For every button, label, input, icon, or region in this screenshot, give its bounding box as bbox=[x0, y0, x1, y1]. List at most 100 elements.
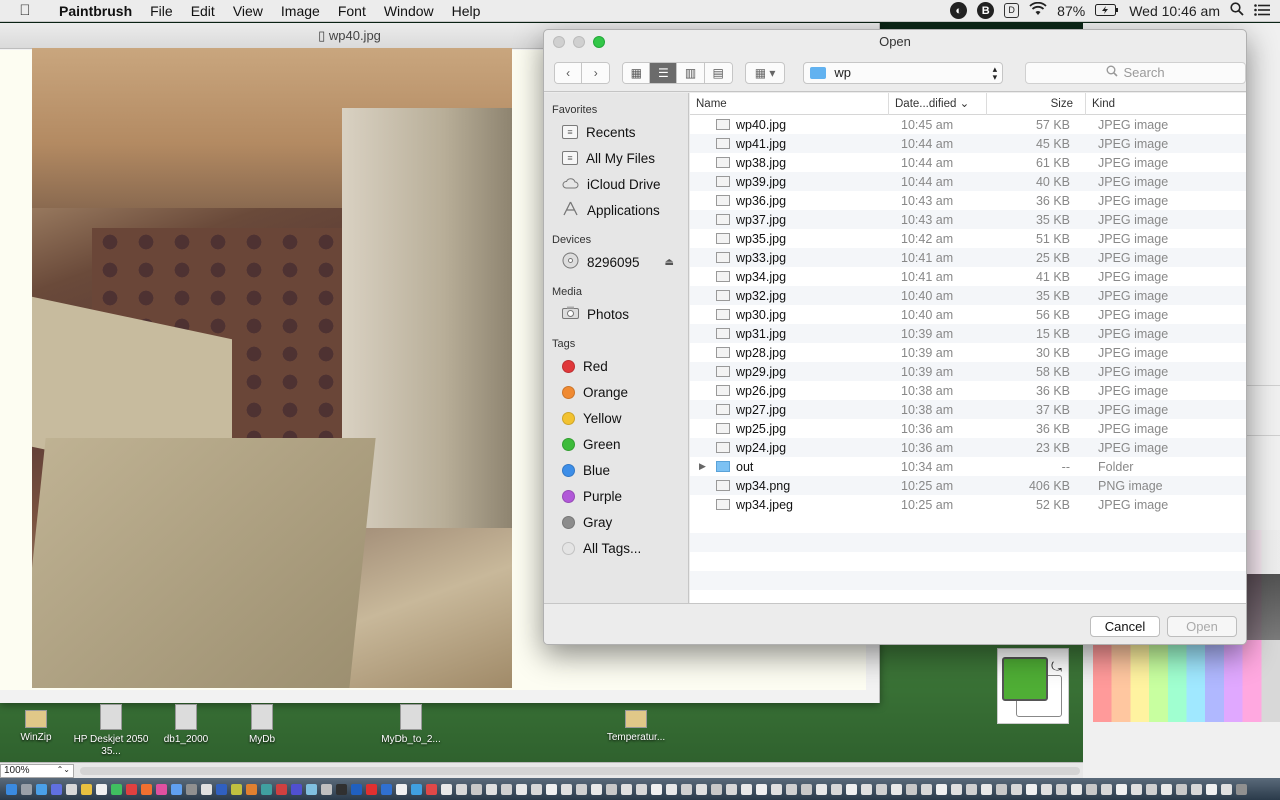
sidebar-item-device[interactable]: 8296095 ⏏ bbox=[544, 249, 688, 275]
menu-font[interactable]: Font bbox=[329, 3, 375, 19]
sidebar-item-recents[interactable]: ≡ Recents bbox=[544, 119, 688, 145]
wifi-icon[interactable] bbox=[1029, 1, 1047, 19]
app-icon[interactable] bbox=[1041, 783, 1052, 795]
menu-file[interactable]: File bbox=[141, 3, 182, 19]
sidebar-item-tag-green[interactable]: Green bbox=[544, 431, 688, 457]
sidebar-item-tag-orange[interactable]: Orange bbox=[544, 379, 688, 405]
app-icon[interactable] bbox=[1116, 783, 1127, 795]
sidebar-item-all-tags[interactable]: All Tags... bbox=[544, 535, 688, 561]
messages-icon[interactable] bbox=[111, 783, 122, 795]
file-row[interactable]: wp39.jpg 10:44 am 40 KB JPEG image bbox=[690, 172, 1246, 191]
file-row[interactable]: wp32.jpg 10:40 am 35 KB JPEG image bbox=[690, 286, 1246, 305]
app-icon[interactable] bbox=[651, 783, 662, 795]
app-icon[interactable] bbox=[591, 783, 602, 795]
mail-icon[interactable] bbox=[51, 783, 62, 795]
file-row[interactable]: wp30.jpg 10:40 am 56 KB JPEG image bbox=[690, 305, 1246, 324]
app-icon[interactable] bbox=[486, 783, 497, 795]
forward-button[interactable]: › bbox=[582, 62, 610, 83]
eject-icon[interactable]: ⏏ bbox=[665, 257, 674, 268]
app-icon[interactable] bbox=[846, 783, 857, 795]
trash-icon[interactable] bbox=[1236, 783, 1247, 795]
app-icon[interactable] bbox=[906, 783, 917, 795]
canvas-image[interactable] bbox=[32, 48, 512, 688]
app-icon[interactable] bbox=[681, 783, 692, 795]
file-row[interactable]: wp34.png 10:25 am 406 KB PNG image bbox=[690, 476, 1246, 495]
app-icon[interactable] bbox=[456, 783, 467, 795]
menu-help[interactable]: Help bbox=[443, 3, 490, 19]
contacts-icon[interactable] bbox=[66, 783, 77, 795]
system-preferences-icon[interactable] bbox=[186, 783, 197, 795]
notes-icon[interactable] bbox=[81, 783, 92, 795]
app-icon[interactable] bbox=[321, 783, 332, 795]
app-icon[interactable] bbox=[1176, 783, 1187, 795]
app-icon[interactable] bbox=[606, 783, 617, 795]
sidebar-item-all-my-files[interactable]: ≡ All My Files bbox=[544, 145, 688, 171]
sidebar-item-tag-yellow[interactable]: Yellow bbox=[544, 405, 688, 431]
app-icon[interactable] bbox=[891, 783, 902, 795]
cover-flow-button[interactable]: ▤ bbox=[704, 62, 732, 83]
file-row[interactable]: wp28.jpg 10:39 am 30 KB JPEG image bbox=[690, 343, 1246, 362]
location-popup[interactable]: wp ▴ ▾ bbox=[803, 61, 1004, 84]
folder-row[interactable]: ▶ out 10:34 am -- Folder bbox=[690, 457, 1246, 476]
app-icon[interactable] bbox=[966, 783, 977, 795]
app-icon[interactable] bbox=[501, 783, 512, 795]
zoom-button[interactable] bbox=[593, 36, 605, 48]
app-icon[interactable] bbox=[1101, 783, 1112, 795]
app-icon[interactable] bbox=[1056, 783, 1067, 795]
app-icon[interactable] bbox=[411, 783, 422, 795]
swap-colors-icon[interactable]: ⤿ bbox=[1051, 659, 1062, 675]
app-icon[interactable] bbox=[1071, 783, 1082, 795]
file-row[interactable]: wp31.jpg 10:39 am 15 KB JPEG image bbox=[690, 324, 1246, 343]
terminal-icon[interactable] bbox=[336, 783, 347, 795]
app-store-icon[interactable] bbox=[171, 783, 182, 795]
spotlight-icon[interactable] bbox=[1230, 2, 1244, 19]
app-icon[interactable] bbox=[426, 783, 437, 795]
app-icon[interactable] bbox=[1011, 783, 1022, 795]
disclosure-triangle-icon[interactable]: ▶ bbox=[699, 461, 706, 472]
app-icon[interactable] bbox=[621, 783, 632, 795]
app-icon[interactable] bbox=[261, 783, 272, 795]
file-row[interactable]: wp27.jpg 10:38 am 37 KB JPEG image bbox=[690, 400, 1246, 419]
app-icon[interactable] bbox=[291, 783, 302, 795]
sidebar-item-tag-blue[interactable]: Blue bbox=[544, 457, 688, 483]
apple-icon[interactable]:  bbox=[0, 2, 50, 19]
column-header-date[interactable]: Date...dified ⌄ bbox=[889, 92, 987, 115]
cancel-button[interactable]: Cancel bbox=[1090, 616, 1160, 637]
app-icon[interactable] bbox=[1161, 783, 1172, 795]
file-row[interactable]: wp34.jpeg 10:25 am 52 KB JPEG image bbox=[690, 495, 1246, 514]
filezilla-icon[interactable] bbox=[366, 783, 377, 795]
app-icon[interactable] bbox=[1221, 783, 1232, 795]
column-header-size[interactable]: Size bbox=[987, 92, 1086, 115]
app-icon[interactable] bbox=[876, 783, 887, 795]
app-icon[interactable] bbox=[231, 783, 242, 795]
app-icon[interactable] bbox=[531, 783, 542, 795]
notification-center-icon[interactable] bbox=[1254, 3, 1270, 19]
minimize-button[interactable] bbox=[573, 36, 585, 48]
app-icon[interactable] bbox=[816, 783, 827, 795]
sidebar-item-tag-purple[interactable]: Purple bbox=[544, 483, 688, 509]
file-row[interactable]: wp34.jpg 10:41 am 41 KB JPEG image bbox=[690, 267, 1246, 286]
column-view-button[interactable]: ▥ bbox=[677, 62, 705, 83]
app-icon[interactable] bbox=[831, 783, 842, 795]
app-icon[interactable] bbox=[441, 783, 452, 795]
app-icon[interactable] bbox=[216, 783, 227, 795]
sidebar-item-applications[interactable]: Applications bbox=[544, 197, 688, 223]
open-button[interactable]: Open bbox=[1167, 616, 1237, 637]
arrange-button[interactable]: ▦ ▾ bbox=[744, 61, 786, 84]
file-row[interactable]: wp33.jpg 10:41 am 25 KB JPEG image bbox=[690, 248, 1246, 267]
app-icon[interactable] bbox=[1146, 783, 1157, 795]
icon-view-button[interactable]: ▦ bbox=[623, 62, 651, 83]
sidebar-item-icloud-drive[interactable]: iCloud Drive bbox=[544, 171, 688, 197]
app-icon[interactable] bbox=[1131, 783, 1142, 795]
app-icon[interactable] bbox=[861, 783, 872, 795]
app-icon[interactable] bbox=[756, 783, 767, 795]
menu-view[interactable]: View bbox=[224, 3, 272, 19]
file-row[interactable]: wp25.jpg 10:36 am 36 KB JPEG image bbox=[690, 419, 1246, 438]
app-icon[interactable] bbox=[516, 783, 527, 795]
app-icon[interactable] bbox=[981, 783, 992, 795]
app-icon[interactable] bbox=[921, 783, 932, 795]
app-icon[interactable] bbox=[696, 783, 707, 795]
calendar-icon[interactable] bbox=[126, 783, 137, 795]
menu-edit[interactable]: Edit bbox=[182, 3, 224, 19]
desktop-icon[interactable]: MyDb_to_2... bbox=[366, 704, 456, 746]
